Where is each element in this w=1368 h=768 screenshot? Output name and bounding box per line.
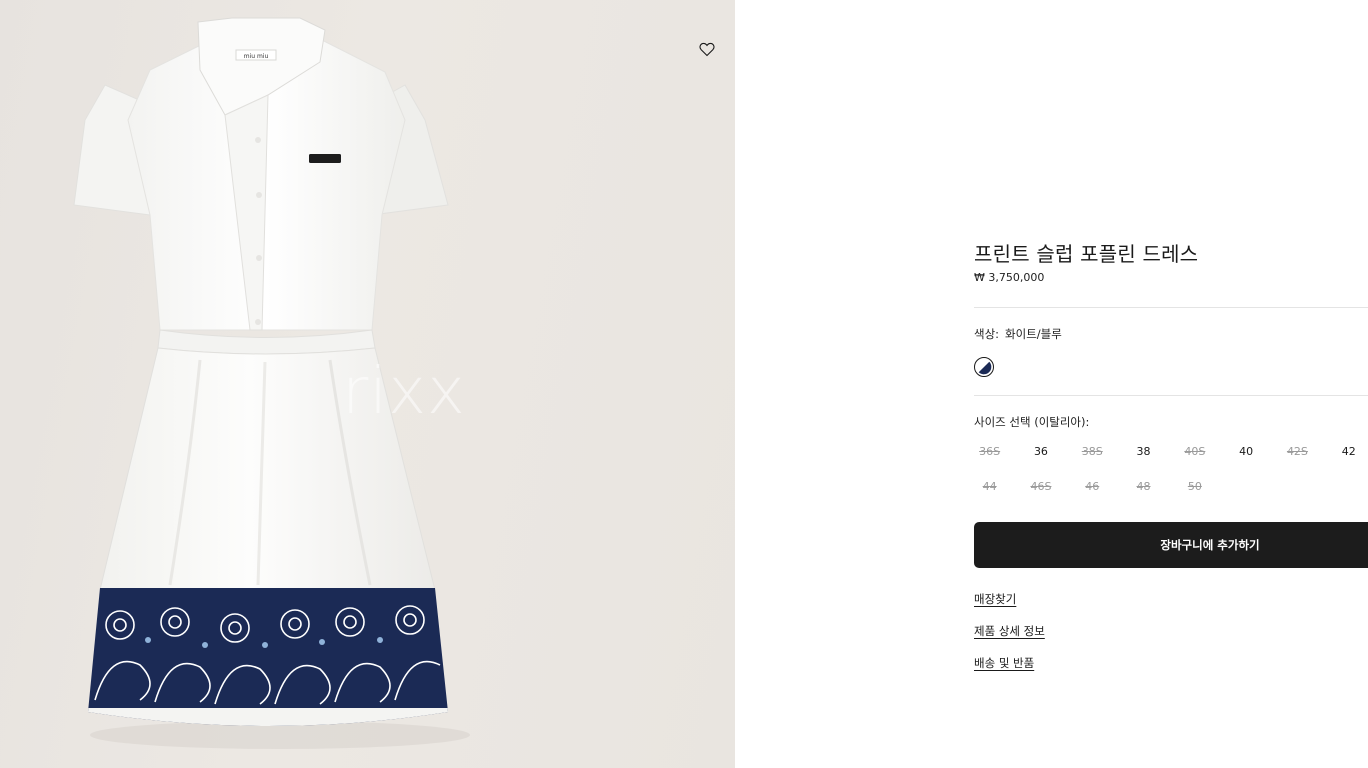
size-option-36s[interactable]: 36S: [964, 441, 1015, 461]
size-option-46[interactable]: 46: [1067, 476, 1118, 496]
size-label: 사이즈 선택 (이탈리아):: [974, 415, 1090, 429]
shipping-returns-link[interactable]: 배송 및 반품: [974, 655, 1034, 671]
size-option-38s[interactable]: 38S: [1067, 441, 1118, 461]
size-option-48[interactable]: 48: [1118, 476, 1169, 496]
size-option-38[interactable]: 38: [1118, 441, 1169, 461]
color-swatch-icon: [976, 359, 992, 375]
add-to-cart-button[interactable]: 장바구니에 추가하기: [974, 522, 1368, 568]
product-title: 프린트 슬럽 포플린 드레스: [974, 242, 1199, 266]
size-option-46s[interactable]: 46S: [1015, 476, 1066, 496]
color-value: 화이트/블루: [1005, 327, 1062, 341]
size-option-42[interactable]: 42: [1323, 441, 1368, 461]
size-option-44[interactable]: 44: [964, 476, 1015, 496]
store-locator-link[interactable]: 매장찾기: [974, 591, 1016, 607]
divider: [974, 307, 1368, 308]
size-option-36[interactable]: 36: [1015, 441, 1066, 461]
size-option-42s[interactable]: 42S: [1272, 441, 1323, 461]
product-image-panel: miu miu rixx: [0, 0, 735, 768]
add-to-cart-label: 장바구니에 추가하기: [1160, 538, 1260, 552]
color-label: 색상:: [974, 327, 1000, 341]
size-option-40s[interactable]: 40S: [1169, 441, 1220, 461]
product-price: ₩ 3,750,000: [974, 271, 1045, 284]
size-grid: 36S 36 38S 38 40S 40 42S 42 44 46S 46 48…: [964, 441, 1368, 496]
color-swatch-white-blue[interactable]: [974, 357, 994, 377]
heart-icon: [699, 42, 715, 56]
product-details-link[interactable]: 제품 상세 정보: [974, 623, 1045, 639]
svg-text:miu miu: miu miu: [244, 53, 269, 60]
wishlist-button[interactable]: [697, 39, 717, 59]
color-selection: 색상: 화이트/블루: [974, 326, 1062, 342]
size-option-40[interactable]: 40: [1220, 441, 1271, 461]
size-option-50[interactable]: 50: [1169, 476, 1220, 496]
divider: [974, 395, 1368, 396]
product-info-panel: 프린트 슬럽 포플린 드레스 ₩ 3,750,000 색상: 화이트/블루 사이…: [974, 0, 1368, 768]
watermark-text: rixx: [342, 355, 466, 429]
